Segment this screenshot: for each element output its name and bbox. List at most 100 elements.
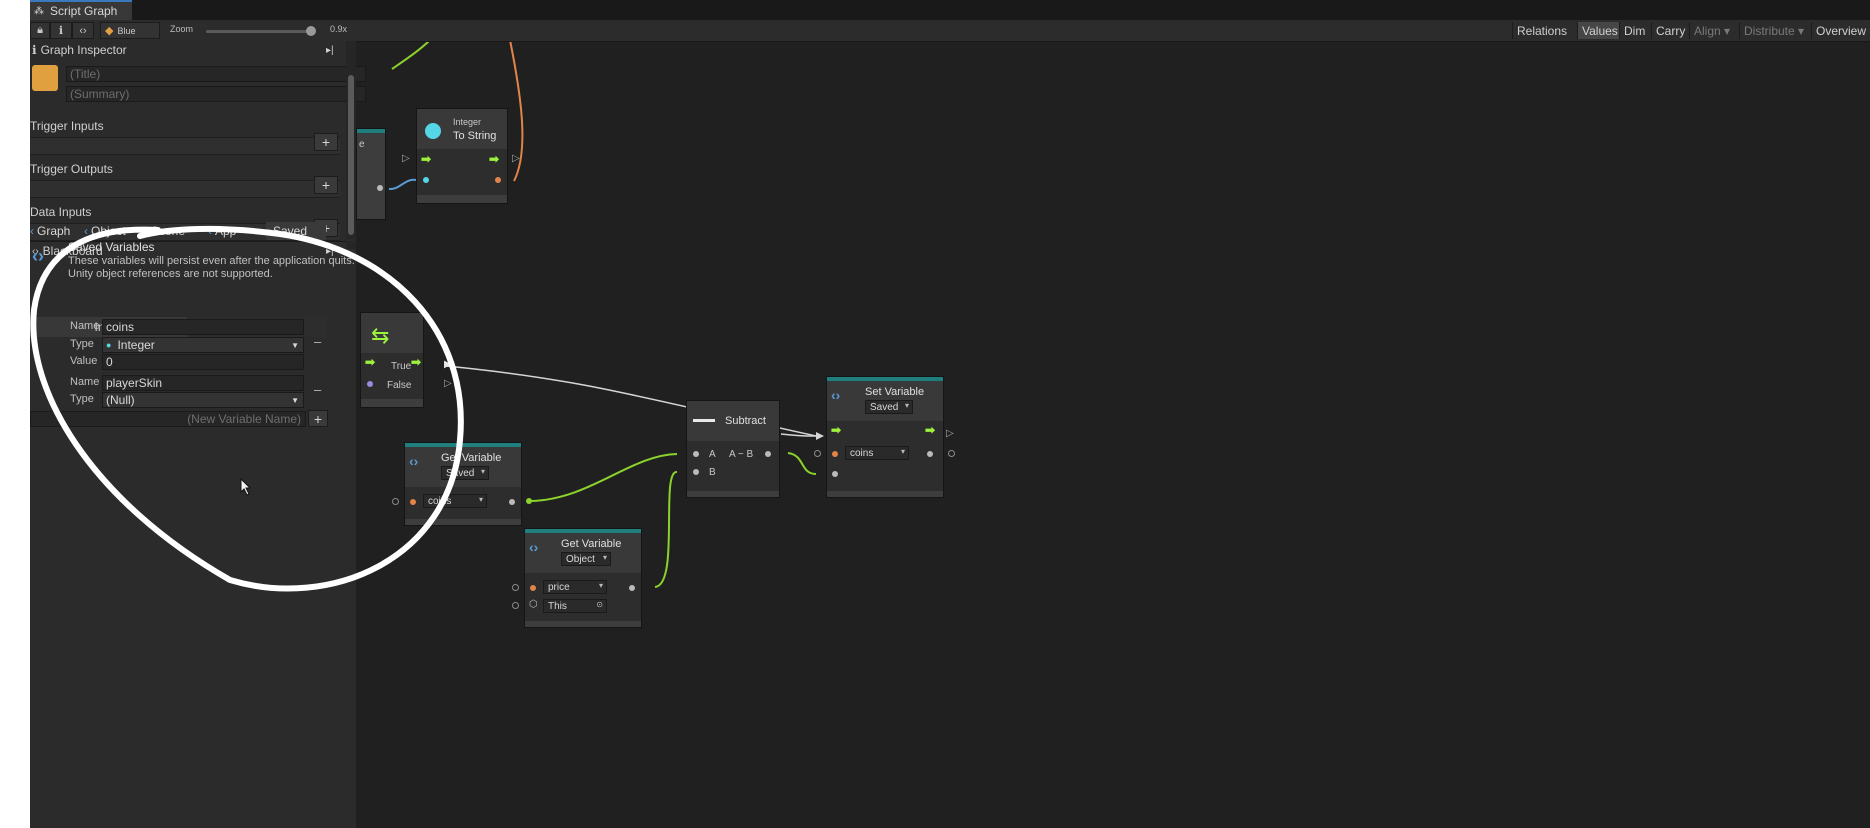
flow-out-arrow-icon[interactable]: ➡ xyxy=(489,152,499,166)
scope-dropdown[interactable]: Saved ▾ xyxy=(441,466,489,480)
variable-type-dropdown[interactable]: (Null) ▼ xyxy=(102,392,304,408)
target-hidden-port[interactable] xyxy=(512,602,519,609)
flow-port-icon[interactable]: ▷ xyxy=(946,428,954,439)
name-hidden-port[interactable] xyxy=(392,498,399,505)
variable-icon: ‹› xyxy=(529,539,539,555)
result-output-port[interactable] xyxy=(765,451,771,457)
node-title: Get Variable xyxy=(441,452,502,464)
variables-icon[interactable]: ‹› xyxy=(72,22,94,39)
new-variable-name-input[interactable]: (New Variable Name) xyxy=(30,411,306,427)
carry-button[interactable]: Carry xyxy=(1651,22,1689,39)
title-field[interactable]: (Title) xyxy=(66,66,366,82)
overview-button[interactable]: Overview xyxy=(1811,22,1870,39)
output-port[interactable] xyxy=(377,185,383,191)
add-trigger-input-button[interactable]: + xyxy=(314,133,338,151)
name-input-port[interactable] xyxy=(410,499,416,505)
name-input-port[interactable] xyxy=(530,585,536,591)
add-variable-button[interactable]: + xyxy=(308,410,328,427)
values-button[interactable]: Values xyxy=(1577,22,1619,39)
relations-button[interactable]: Relations xyxy=(1512,22,1577,39)
theme-label: Blue xyxy=(117,25,136,36)
dim-button[interactable]: Dim xyxy=(1619,22,1651,39)
remove-variable-button[interactable]: – xyxy=(314,382,321,397)
scope-dropdown[interactable]: Saved ▾ xyxy=(865,400,913,414)
get-variable-saved-node[interactable]: ‹› Get Variable Saved ▾ coins ▾ xyxy=(404,442,522,526)
name-hidden-port[interactable] xyxy=(512,584,519,591)
node-title: Set Variable xyxy=(865,386,925,398)
a-input-port[interactable] xyxy=(693,451,699,457)
tab-graph[interactable]: ‹ Graph xyxy=(30,222,76,240)
true-flow-arrow-icon[interactable]: ➡ xyxy=(411,355,421,369)
tab-object[interactable]: ‹ Object xyxy=(84,222,138,240)
get-variable-object-node[interactable]: ‹› Get Variable Object ▾ price ▾ ⬡ This ⊙ xyxy=(524,528,642,628)
panel-menu-icon[interactable]: ▸| xyxy=(326,45,334,56)
tab-scene[interactable]: ‹ Scene xyxy=(144,222,200,240)
gameobject-icon: ⬡ xyxy=(529,599,538,610)
true-flow-port-icon[interactable]: ▶ xyxy=(444,359,452,370)
int-input-port[interactable] xyxy=(423,177,429,183)
type-label: Type xyxy=(70,393,94,405)
data-inputs-label: Data Inputs xyxy=(30,205,92,219)
name-label: Name xyxy=(70,376,100,388)
variable-name-dropdown[interactable]: coins ▾ xyxy=(423,494,487,508)
type-label: Type xyxy=(70,338,94,350)
lock-icon[interactable]: 🔒︎ xyxy=(30,22,50,39)
blackboard-scrollbar[interactable] xyxy=(346,241,356,249)
flow-in-arrow-icon[interactable]: ➡ xyxy=(421,152,431,166)
trigger-inputs-label: Trigger Inputs xyxy=(30,119,104,133)
app-scope-icon: ‹ xyxy=(208,224,212,238)
zoom-slider-track[interactable] xyxy=(206,30,314,33)
partial-node[interactable]: e xyxy=(356,128,386,220)
value-output-port[interactable] xyxy=(509,499,515,505)
name-hidden-port[interactable] xyxy=(814,450,821,457)
output-hidden-port[interactable] xyxy=(948,450,955,457)
set-variable-node[interactable]: ‹› Set Variable Saved ▾ ➡ ➡ coins ▾ xyxy=(826,376,944,498)
summary-field[interactable]: (Summary) xyxy=(66,86,366,102)
zoom-slider-knob[interactable] xyxy=(306,26,316,36)
branch-node[interactable]: ⇆ ➡ True ➡ False xyxy=(360,312,424,408)
add-trigger-output-button[interactable]: + xyxy=(314,176,338,194)
saved-variables-title: Saved Variables xyxy=(68,240,155,254)
trigger-inputs-list xyxy=(30,137,340,155)
false-label: False xyxy=(387,380,412,391)
condition-port[interactable] xyxy=(367,381,373,387)
b-input-port[interactable] xyxy=(693,469,699,475)
tab-app[interactable]: ‹ App xyxy=(208,222,252,240)
info-icon[interactable]: ℹ xyxy=(50,22,72,39)
info-icon: ℹ xyxy=(32,43,37,57)
result-label: A − B xyxy=(729,449,754,460)
value-input-port[interactable] xyxy=(832,471,838,477)
flow-port-icon[interactable]: ▷ xyxy=(512,153,520,164)
flow-port-icon[interactable]: ▷ xyxy=(402,153,410,164)
variable-name-input[interactable]: playerSkin xyxy=(102,375,304,391)
integer-to-string-node[interactable]: Integer To String ➡ ➡ xyxy=(416,108,508,204)
theme-icon: ◆ xyxy=(105,25,114,37)
chevron-down-icon: ▼ xyxy=(291,395,299,405)
target-field[interactable]: This ⊙ xyxy=(543,599,607,613)
inspector-scrollbar-thumb[interactable] xyxy=(348,75,354,235)
variable-name-input[interactable]: coins xyxy=(102,319,304,335)
variable-name-dropdown[interactable]: price ▾ xyxy=(543,580,607,594)
false-flow-port-icon[interactable]: ▷ xyxy=(444,378,452,389)
tab-script-graph[interactable]: ⁂ Script Graph xyxy=(30,0,132,20)
flow-in-arrow-icon[interactable]: ➡ xyxy=(365,355,375,369)
variable-type-dropdown[interactable]: ● Integer ▼ xyxy=(102,337,304,353)
wire-price-to-b xyxy=(654,471,678,588)
align-dropdown[interactable]: Align ▾ xyxy=(1689,22,1739,39)
graph-scope-icon: ‹ xyxy=(30,224,34,238)
flow-out-arrow-icon[interactable]: ➡ xyxy=(925,423,935,437)
scope-dropdown[interactable]: Object ▾ xyxy=(561,552,611,566)
variable-value-input[interactable]: 0 xyxy=(102,354,304,370)
value-output-port[interactable] xyxy=(927,451,933,457)
flow-in-arrow-icon[interactable]: ➡ xyxy=(831,423,841,437)
graph-inspector-title: Graph Inspector xyxy=(40,43,127,57)
remove-variable-button[interactable]: – xyxy=(314,334,321,349)
variable-name-dropdown[interactable]: coins ▾ xyxy=(845,446,909,460)
theme-selector[interactable]: ◆ Blue xyxy=(100,22,160,39)
name-input-port[interactable] xyxy=(832,451,838,457)
subtract-node[interactable]: Subtract A A − B B xyxy=(686,400,780,498)
distribute-dropdown[interactable]: Distribute ▾ xyxy=(1739,22,1811,39)
tab-saved[interactable]: ‹ Saved xyxy=(266,222,326,240)
string-output-port[interactable] xyxy=(495,177,501,183)
value-output-port[interactable] xyxy=(629,585,635,591)
